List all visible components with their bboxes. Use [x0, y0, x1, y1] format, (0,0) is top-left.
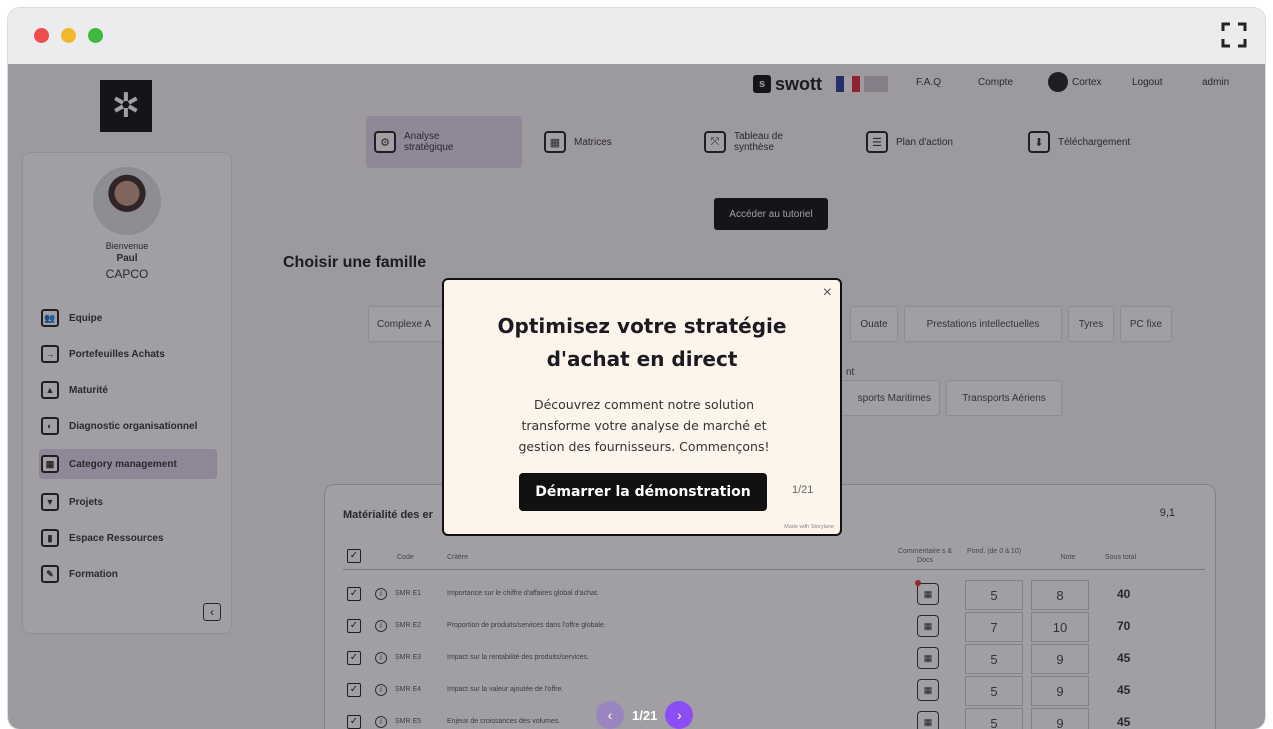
title-bar: [8, 8, 1265, 64]
pager-counter: 1/21: [632, 707, 658, 723]
close-window-button[interactable]: [34, 28, 49, 43]
next-step-button[interactable]: ›: [665, 701, 694, 729]
demo-modal: × Optimisez votre stratégie d'achat en d…: [442, 278, 842, 536]
modal-title: Optimisez votre stratégie d'achat en dir…: [444, 310, 840, 376]
previous-step-button[interactable]: ‹: [596, 701, 624, 729]
modal-body-line: transforme votre analyse de marché et: [521, 418, 767, 433]
app-area: ✲ s swott F.A.Q Compte Cortex Logout adm…: [8, 64, 1265, 729]
browser-window: ✲ s swott F.A.Q Compte Cortex Logout adm…: [8, 8, 1265, 729]
modal-body-line: gestion des fournisseurs. Commençons!: [518, 439, 770, 454]
start-demo-button[interactable]: Démarrer la démonstration: [519, 473, 767, 511]
close-icon[interactable]: ×: [823, 284, 832, 302]
tour-pager: ‹ 1/21 ›: [596, 700, 694, 729]
made-with-label[interactable]: Made with Storylane: [784, 524, 834, 530]
minimize-window-button[interactable]: [61, 28, 76, 43]
modal-body: Découvrez comment notre solution transfo…: [474, 394, 814, 457]
maximize-window-button[interactable]: [88, 28, 103, 43]
modal-body-line: Découvrez comment notre solution: [533, 397, 755, 412]
fullscreen-icon[interactable]: [1221, 22, 1247, 48]
modal-title-line: d'achat en direct: [546, 347, 738, 371]
modal-title-line: Optimisez votre stratégie: [497, 314, 787, 338]
step-counter: 1/21: [792, 484, 814, 496]
